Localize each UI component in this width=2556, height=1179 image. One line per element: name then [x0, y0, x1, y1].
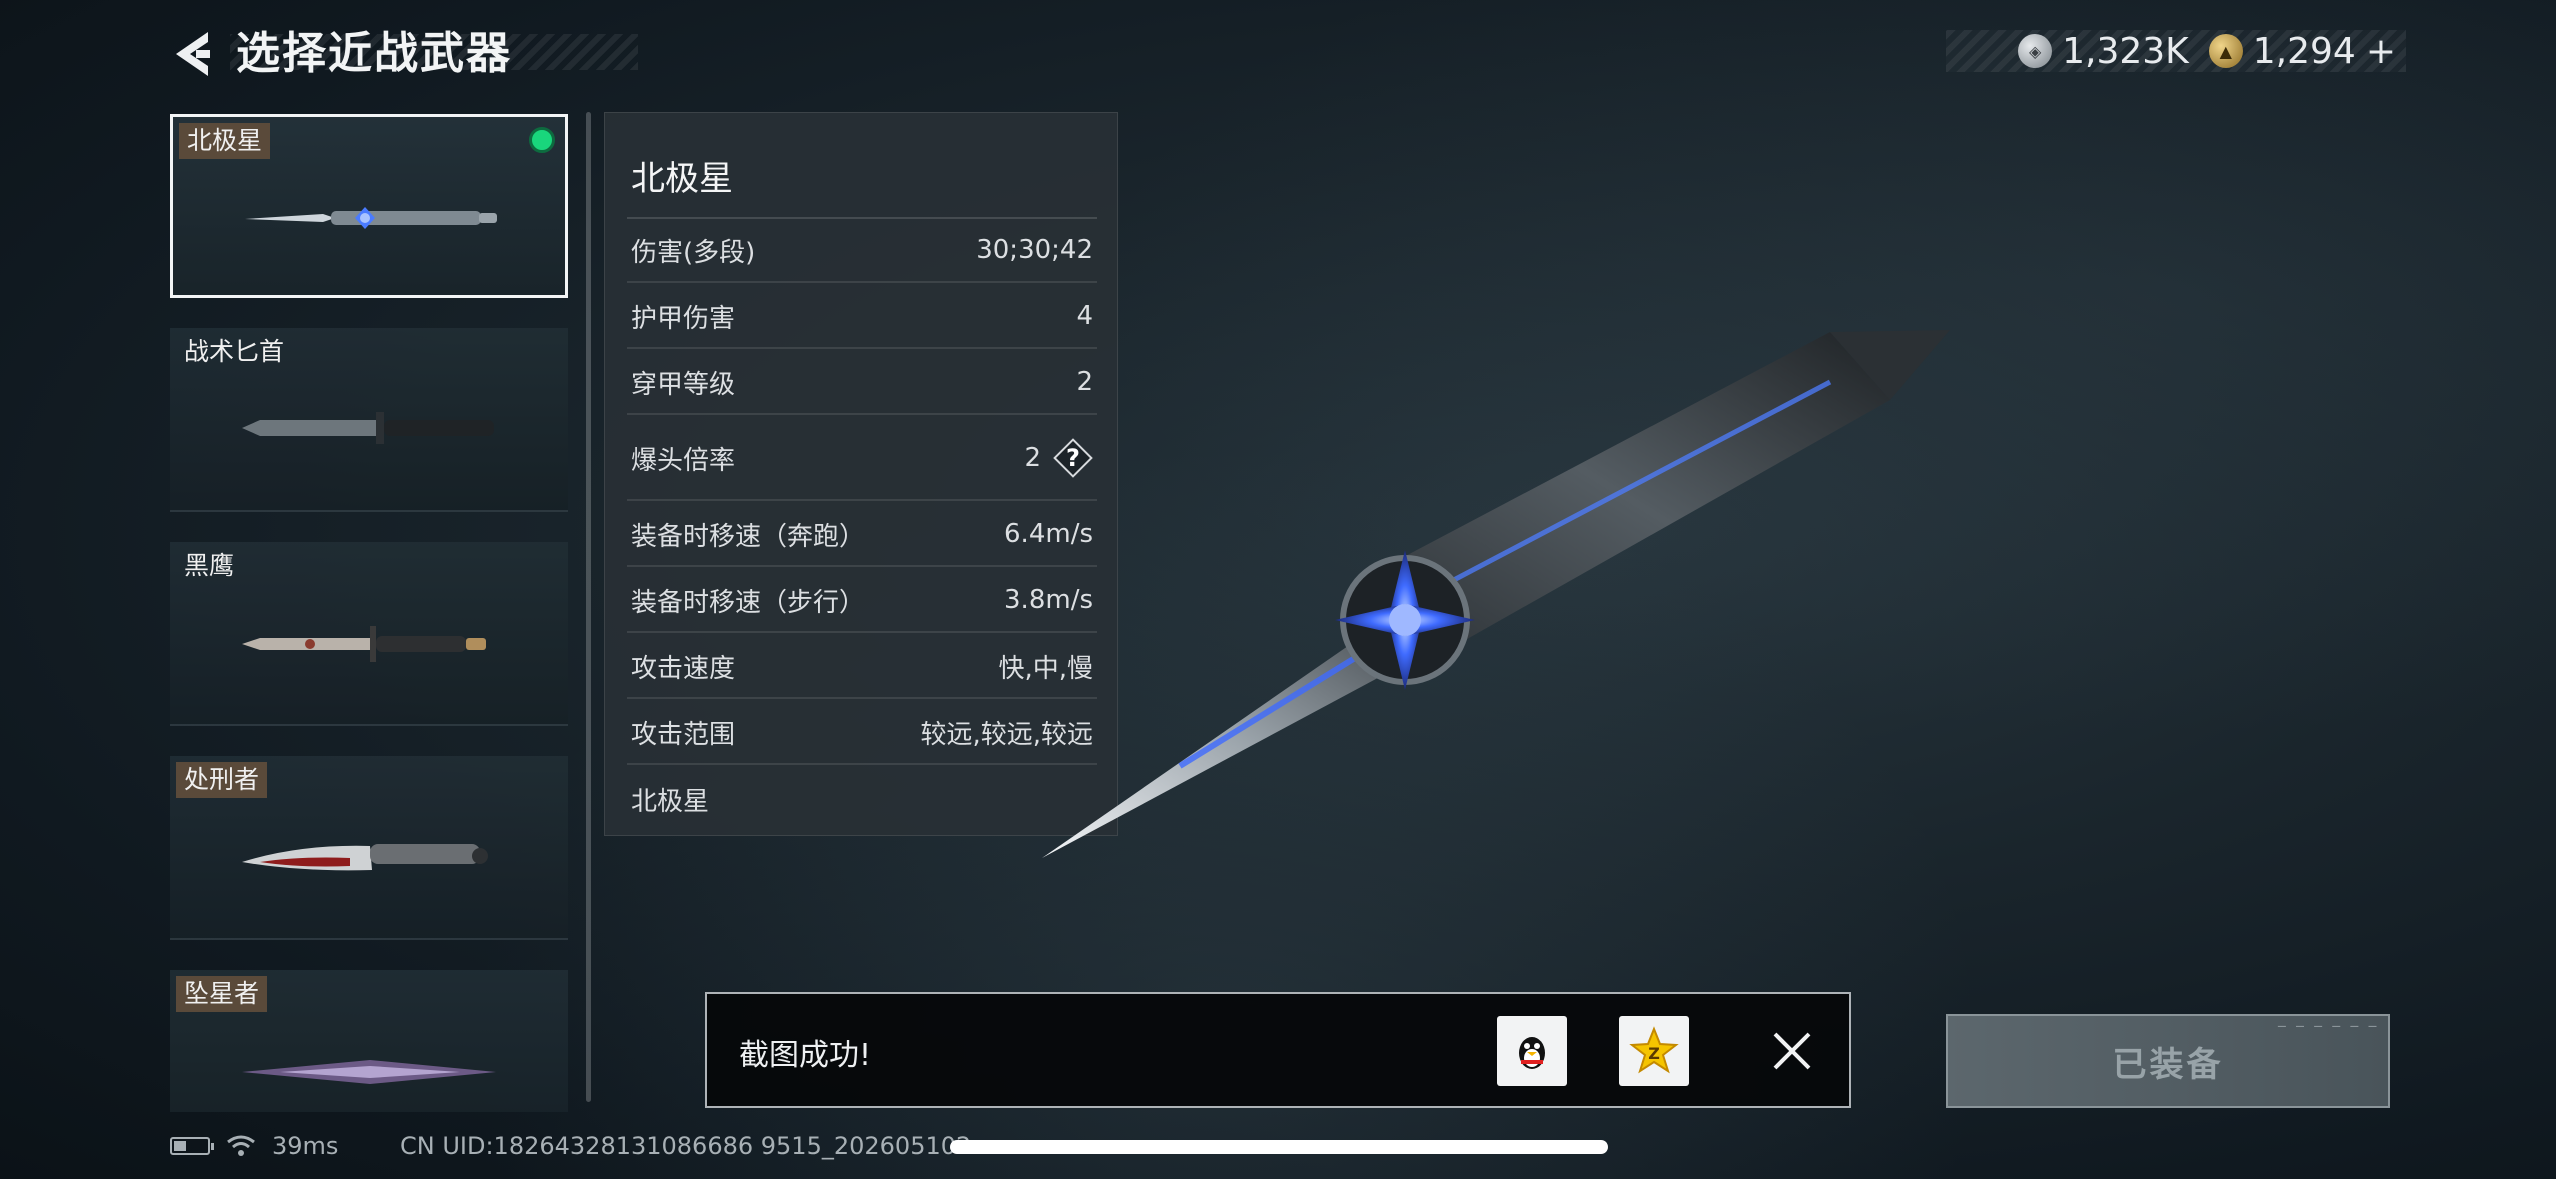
user-uid: CN UID:18264328131086686 9515_202605102: [400, 1132, 972, 1160]
gold-coin-icon: ▲: [2208, 34, 2243, 68]
qq-penguin-icon: [1519, 1037, 1545, 1069]
stat-label: 护甲伤害: [631, 303, 736, 334]
stat-label: 攻击范围: [631, 719, 736, 750]
stat-row-walk-speed: 装备时移速（步行） 3.8m/s: [627, 569, 1097, 633]
weapon-card-name: 处刑者: [176, 762, 268, 798]
gold-currency-value: 1,294: [2252, 30, 2356, 72]
stat-label: 穿甲等级: [631, 369, 736, 400]
stat-row-attack-speed: 攻击速度 快,中,慢: [627, 635, 1097, 699]
silver-currency: ◈ 1,323K: [2018, 31, 2189, 72]
stat-label: 爆头倍率: [631, 445, 736, 476]
back-arrow-icon[interactable]: [168, 28, 218, 80]
polaris-knife-thumbnail: [245, 207, 497, 229]
home-indicator[interactable]: [950, 1140, 1608, 1154]
silver-currency-value: 1,323K: [2062, 30, 2189, 72]
weapon-preview-image: [1042, 330, 1950, 858]
selected-indicator: [529, 127, 555, 153]
stat-row-armor-damage: 护甲伤害 4: [627, 285, 1097, 349]
add-currency-button[interactable]: +: [2366, 31, 2396, 72]
equipped-button-label: 已装备: [2112, 1044, 2224, 1085]
weapon-card-name: 黑鹰: [184, 551, 235, 580]
weapon-description: 北极星: [631, 787, 710, 817]
tactical-dagger-thumbnail: [242, 412, 494, 444]
currency-bar: ◈ 1,323K ▲ 1,294 +: [1946, 30, 2406, 72]
weapon-card-tactical-dagger[interactable]: 战术匕首: [170, 328, 568, 512]
weapon-stats-title: 北极星: [631, 159, 733, 199]
stat-row-attack-range: 攻击范围 较远,较远,较远: [627, 701, 1097, 765]
stat-row-run-speed: 装备时移速（奔跑） 6.4m/s: [627, 503, 1097, 567]
qzone-star-icon: Z: [1629, 1026, 1679, 1074]
stat-label: 攻击速度: [631, 653, 736, 684]
weapon-card-black-hawk[interactable]: 黑鹰: [170, 542, 568, 726]
wifi-icon: [227, 1135, 255, 1156]
ping-value: 39ms: [272, 1132, 339, 1160]
svg-text:Z: Z: [1648, 1044, 1660, 1063]
weapon-card-name: 北极星: [179, 123, 271, 159]
close-icon[interactable]: [1767, 1026, 1817, 1076]
stat-row-penetration-level: 穿甲等级 2: [627, 351, 1097, 415]
stat-value: 30;30;42: [976, 235, 1093, 265]
status-bar: 39ms: [170, 1126, 338, 1166]
silver-coin-icon: ◈: [2018, 34, 2053, 68]
title-wrap: 选择近战武器: [236, 24, 512, 84]
screenshot-toast: 截图成功! Z: [705, 992, 1851, 1108]
toast-message: 截图成功!: [739, 1038, 872, 1073]
stat-label: 伤害(多段): [631, 237, 756, 268]
weapon-card-executioner[interactable]: 处刑者: [170, 756, 568, 940]
equipped-button[interactable]: — — — — — — 已装备: [1946, 1014, 2390, 1108]
star-faller-thumbnail: [242, 1060, 496, 1084]
weapon-list[interactable]: 北极星 战术匕首 黑鹰 处刑者 坠星者: [170, 112, 570, 1112]
weapon-card-star-faller[interactable]: 坠星者: [170, 970, 568, 1112]
qq-share-button[interactable]: [1497, 1016, 1567, 1086]
black-hawk-thumbnail: [242, 626, 486, 662]
stat-label: 装备时移速（奔跑）: [631, 521, 866, 552]
battery-icon: [170, 1137, 214, 1155]
gold-currency[interactable]: ▲ 1,294 +: [2208, 30, 2396, 72]
weapon-card-name: 战术匕首: [184, 337, 285, 366]
page-title: 选择近战武器: [236, 28, 512, 79]
stat-label: 装备时移速（步行）: [631, 587, 866, 618]
stat-row-headshot-multiplier: 爆头倍率 2 ?: [627, 417, 1097, 501]
executioner-thumbnail: [242, 844, 488, 871]
weapon-list-scrollbar[interactable]: [586, 112, 591, 1102]
weapon-card-polaris[interactable]: 北极星: [170, 114, 568, 298]
stat-row-damage: 伤害(多段) 30;30;42: [627, 219, 1097, 283]
equip-button-decor: — — — — — —: [2277, 1022, 2380, 1032]
qzone-share-button[interactable]: Z: [1619, 1016, 1689, 1086]
weapon-card-name: 坠星者: [176, 976, 268, 1012]
